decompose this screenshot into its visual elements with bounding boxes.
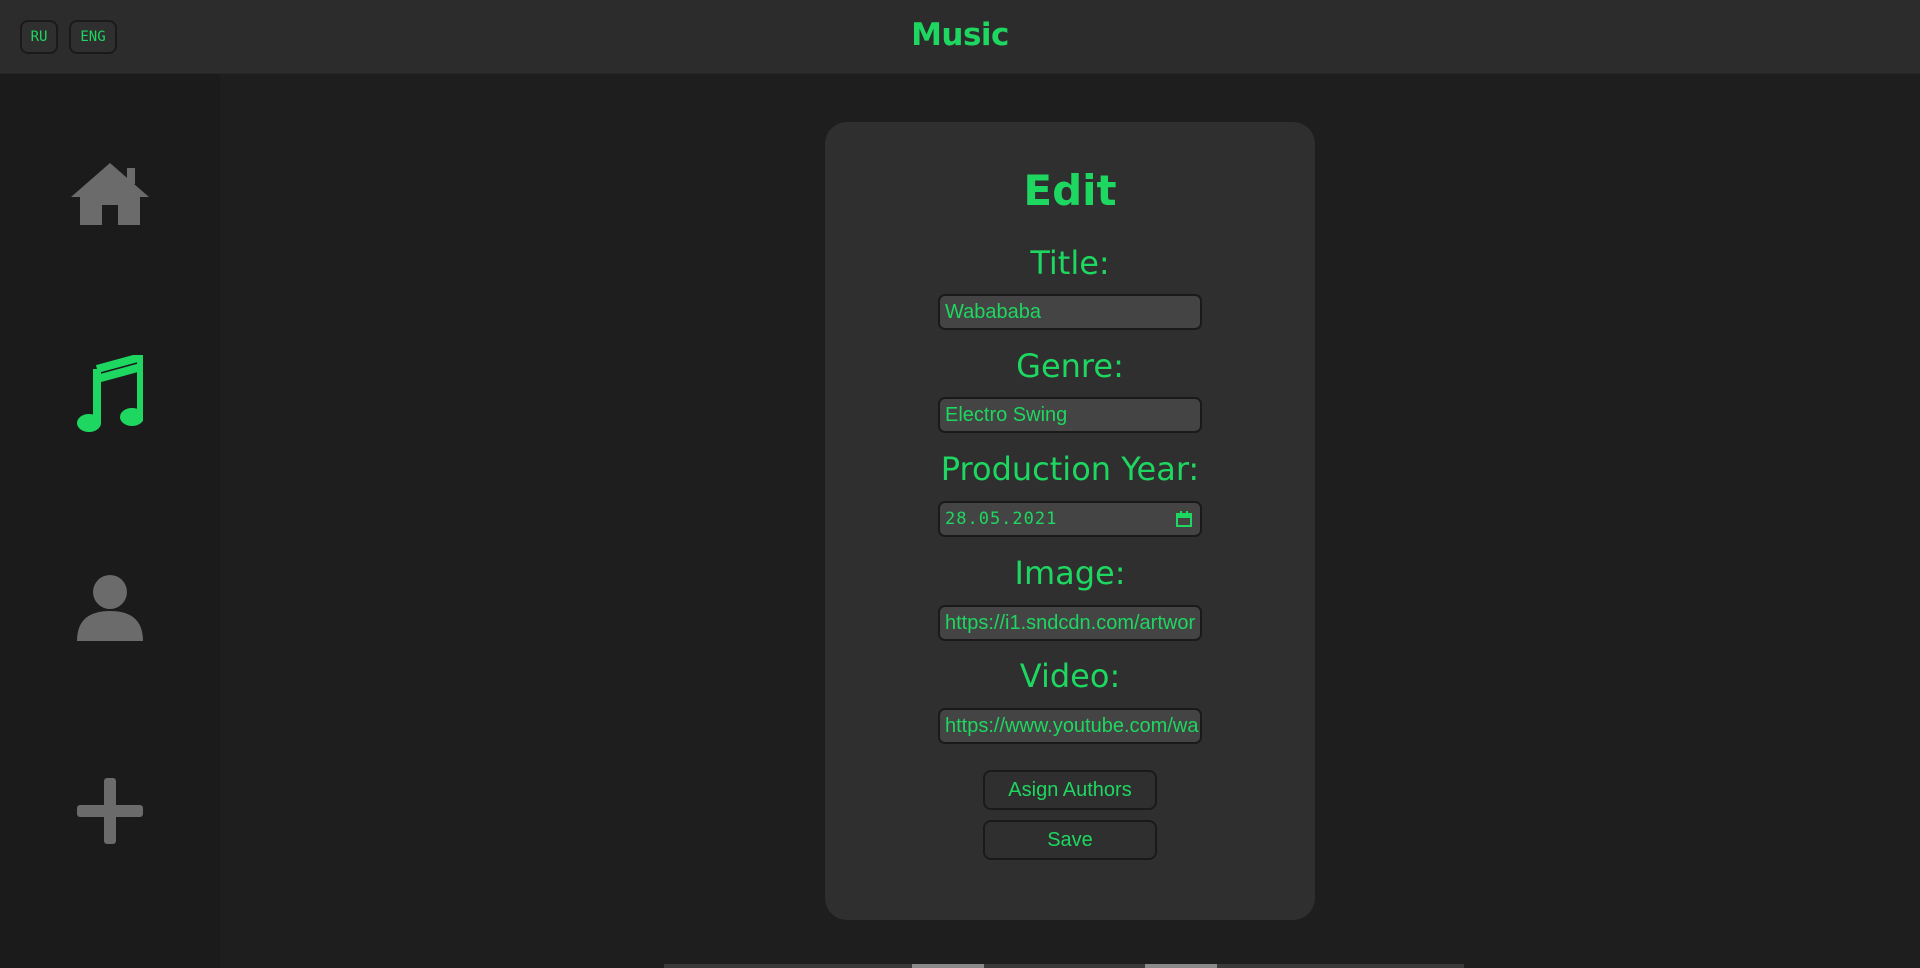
sidebar-item-add[interactable] [70,771,150,851]
genre-input[interactable]: Electro Swing [938,397,1202,433]
video-label: Video: [1019,657,1121,695]
edit-form-card: Edit Title: Wabababa Genre: Electro Swin… [825,122,1315,920]
sidebar-item-profile[interactable] [70,568,150,648]
sidebar-item-music[interactable] [70,354,150,434]
sidebar [0,74,220,968]
production-year-label: Production Year: [940,450,1200,488]
production-year-date-input[interactable]: 28.05.2021 [938,501,1202,537]
assign-authors-button[interactable]: Asign Authors [983,770,1157,810]
video-url-input[interactable]: https://www.youtube.com/wa [938,708,1202,744]
calendar-icon[interactable] [1176,511,1192,527]
production-year-value: 28.05.2021 [945,509,1058,529]
image-url-input[interactable]: https://i1.sndcdn.com/artwor [938,605,1202,641]
top-bar: RU ENG Music [0,0,1920,74]
bottom-edge-tab-2 [1145,964,1217,968]
image-label: Image: [1014,554,1126,592]
sidebar-item-home[interactable] [70,154,150,234]
form-heading: Edit [1023,166,1117,215]
title-input[interactable]: Wabababa [938,294,1202,330]
home-icon [71,163,149,225]
user-icon [77,575,143,641]
genre-label: Genre: [1016,347,1124,385]
title-label: Title: [1030,244,1110,282]
save-button[interactable]: Save [983,820,1157,860]
bottom-edge-strip [664,964,1464,968]
bottom-edge-tab-1 [912,964,984,968]
music-note-icon [77,355,143,432]
app-title: Music [911,17,1009,53]
plus-icon [77,778,143,844]
